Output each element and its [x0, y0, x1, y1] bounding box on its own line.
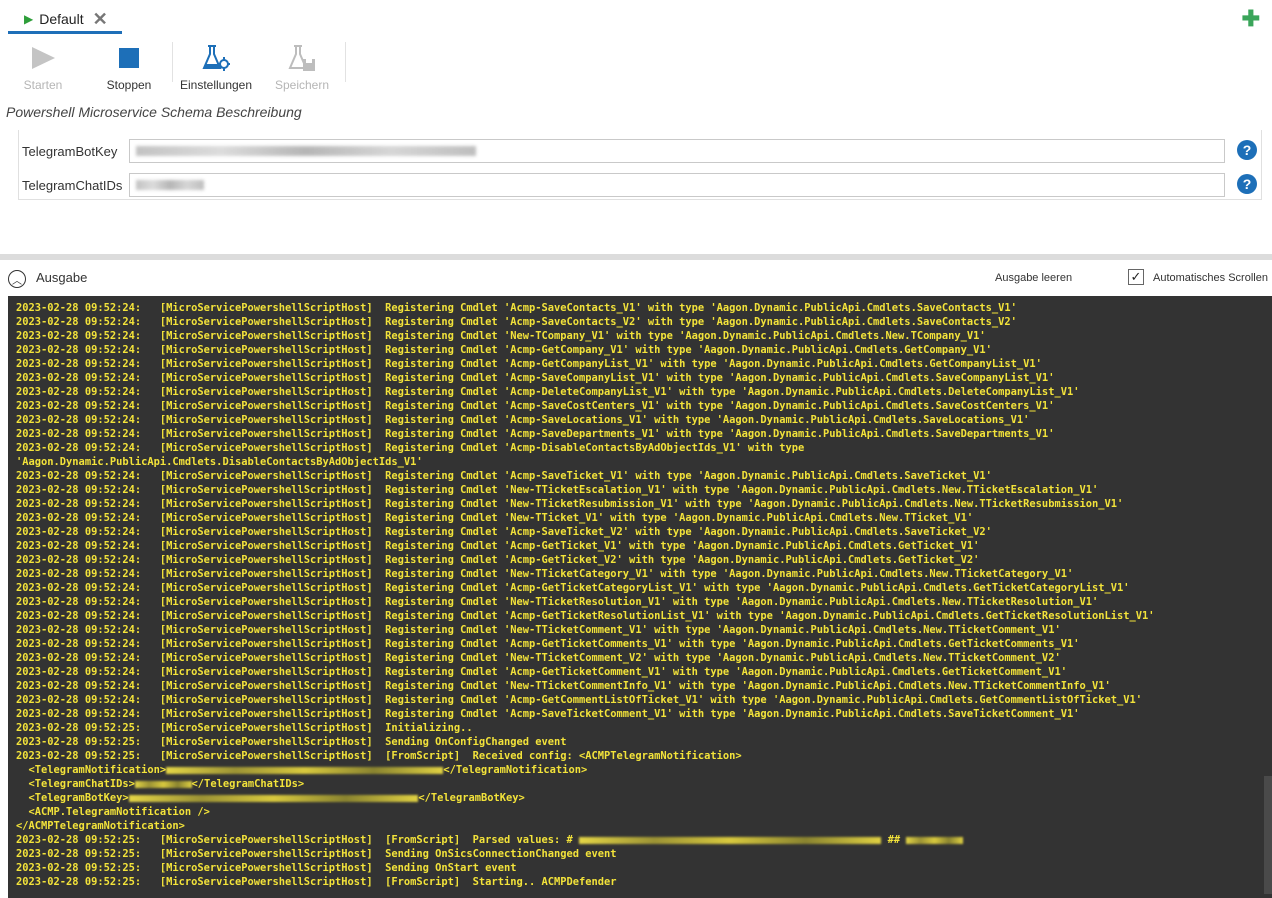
chat-ids-field[interactable]	[129, 173, 1225, 197]
console-line: 2023-02-28 09:52:24: [MicroServicePowers…	[16, 624, 1061, 636]
console-line: </ACMPTelegramNotification>	[16, 820, 185, 832]
output-title: Ausgabe	[36, 270, 88, 285]
redacted-value	[136, 146, 476, 156]
console-line: 2023-02-28 09:52:24: [MicroServicePowers…	[16, 470, 992, 482]
splitter[interactable]	[0, 254, 1272, 260]
console-line: 2023-02-28 09:52:24: [MicroServicePowers…	[16, 484, 1099, 496]
console-line: 2023-02-28 09:52:24: [MicroServicePowers…	[16, 428, 1055, 440]
tab-default[interactable]: ▶ Default ✕	[8, 6, 122, 34]
console-line: 2023-02-28 09:52:24: [MicroServicePowers…	[16, 358, 1042, 370]
play-icon: ▶	[24, 11, 34, 26]
console-line: 2023-02-28 09:52:24: [MicroServicePowers…	[16, 694, 1143, 706]
console-line: 2023-02-28 09:52:24: [MicroServicePowers…	[16, 344, 992, 356]
console-line: 'Aagon.Dynamic.PublicApi.Cmdlets.Disable…	[16, 456, 423, 468]
redacted-value	[134, 780, 192, 788]
form-row-bot-key: TelegramBotKey ?	[19, 139, 1263, 163]
console-line: <TelegramNotification> </TelegramNotifica…	[16, 764, 588, 776]
stop-icon	[118, 42, 140, 74]
toolbar-separator	[345, 42, 346, 82]
console-line: 2023-02-28 09:52:25: [MicroServicePowers…	[16, 736, 567, 748]
console-line: 2023-02-28 09:52:24: [MicroServicePowers…	[16, 596, 1099, 608]
help-icon[interactable]: ?	[1237, 140, 1257, 160]
autoscroll-label: Automatisches Scrollen	[1153, 272, 1268, 284]
console-line: 2023-02-28 09:52:24: [MicroServicePowers…	[16, 708, 1080, 720]
console-line: 2023-02-28 09:52:24: [MicroServicePowers…	[16, 386, 1080, 398]
console-line: 2023-02-28 09:52:24: [MicroServicePowers…	[16, 316, 1017, 328]
console-line: 2023-02-28 09:52:25: [MicroServicePowers…	[16, 722, 473, 734]
flask-icon	[202, 42, 230, 74]
console-scrollbar[interactable]	[1264, 776, 1272, 894]
stop-button[interactable]: Stoppen	[86, 38, 172, 94]
tab-bar: ▶ Default ✕ ✚	[0, 0, 1272, 36]
save-label: Speichern	[274, 78, 330, 92]
console-output[interactable]: 2023-02-28 09:52:24: [MicroServicePowers…	[8, 296, 1272, 898]
console-line: 2023-02-28 09:52:24: [MicroServicePowers…	[16, 582, 1130, 594]
console-line: 2023-02-28 09:52:24: [MicroServicePowers…	[16, 526, 992, 538]
console-line: 2023-02-28 09:52:24: [MicroServicePowers…	[16, 414, 1030, 426]
console-line: 2023-02-28 09:52:24: [MicroServicePowers…	[16, 610, 1155, 622]
console-line: <TelegramBotKey> </TelegramBotKey>	[16, 792, 525, 804]
console-line: 2023-02-28 09:52:24: [MicroServicePowers…	[16, 666, 1067, 678]
console-line: 2023-02-28 09:52:24: [MicroServicePowers…	[16, 400, 1055, 412]
console-line: 2023-02-28 09:52:24: [MicroServicePowers…	[16, 512, 974, 524]
schema-description: Powershell Microservice Schema Beschreib…	[6, 104, 302, 120]
settings-button[interactable]: Einstellungen	[173, 38, 259, 94]
redacted-value	[906, 836, 964, 844]
form-row-chat-ids: TelegramChatIDs ?	[19, 173, 1263, 197]
console-line: 2023-02-28 09:52:24: [MicroServicePowers…	[16, 638, 1080, 650]
console-line: 2023-02-28 09:52:24: [MicroServicePowers…	[16, 568, 1074, 580]
add-icon[interactable]: ✚	[1242, 6, 1260, 32]
console-line: 2023-02-28 09:52:24: [MicroServicePowers…	[16, 554, 980, 566]
console-line: 2023-02-28 09:52:25: [MicroServicePowers…	[16, 833, 1272, 847]
save-button[interactable]: Speichern	[259, 38, 345, 94]
console-line: 2023-02-28 09:52:24: [MicroServicePowers…	[16, 442, 805, 454]
console-line: 2023-02-28 09:52:25: [MicroServicePowers…	[16, 862, 517, 874]
redacted-value	[579, 836, 882, 844]
start-button[interactable]: Starten	[0, 38, 86, 94]
console-line: 2023-02-28 09:52:25: [MicroServicePowers…	[16, 848, 617, 860]
console-line: 2023-02-28 09:52:24: [MicroServicePowers…	[16, 540, 980, 552]
redacted-value	[128, 794, 419, 802]
play-icon	[30, 42, 56, 74]
console-line: 2023-02-28 09:52:25: [MicroServicePowers…	[16, 750, 742, 762]
console-line: <ACMP.TelegramNotification />	[16, 806, 210, 818]
bot-key-field[interactable]	[129, 139, 1225, 163]
chevron-up-icon[interactable]: ︿	[8, 270, 26, 288]
autoscroll-checkbox[interactable]: ✓	[1128, 269, 1144, 285]
settings-form: TelegramBotKey ? TelegramChatIDs ?	[18, 130, 1262, 200]
help-icon[interactable]: ?	[1237, 174, 1257, 194]
redacted-value	[136, 180, 204, 190]
console-line: 2023-02-28 09:52:24: [MicroServicePowers…	[16, 302, 1017, 314]
settings-label: Einstellungen	[179, 78, 253, 92]
bot-key-label: TelegramBotKey	[22, 143, 118, 159]
toolbar: Starten Stoppen Einstellungen Speichern	[0, 38, 346, 94]
console-line: 2023-02-28 09:52:25: [MicroServicePowers…	[16, 876, 617, 888]
output-header: ︿ Ausgabe Ausgabe leeren ✓ Automatisches…	[0, 262, 1272, 294]
save-flask-icon	[288, 42, 316, 74]
console-line: 2023-02-28 09:52:24: [MicroServicePowers…	[16, 652, 1061, 664]
close-icon[interactable]: ✕	[93, 10, 108, 28]
chat-ids-label: TelegramChatIDs	[22, 177, 123, 193]
console-line: <TelegramChatIDs> </TelegramChatIDs>	[16, 778, 305, 790]
redacted-value	[166, 766, 444, 774]
console-line: 2023-02-28 09:52:24: [MicroServicePowers…	[16, 372, 1055, 384]
clear-output-button[interactable]: Ausgabe leeren	[995, 272, 1072, 284]
console-line: 2023-02-28 09:52:24: [MicroServicePowers…	[16, 498, 1124, 510]
tab-label: Default	[39, 10, 84, 27]
stop-label: Stoppen	[106, 78, 152, 92]
console-line: 2023-02-28 09:52:24: [MicroServicePowers…	[16, 680, 1111, 692]
console-line: 2023-02-28 09:52:24: [MicroServicePowers…	[16, 330, 986, 342]
start-label: Starten	[23, 78, 63, 92]
